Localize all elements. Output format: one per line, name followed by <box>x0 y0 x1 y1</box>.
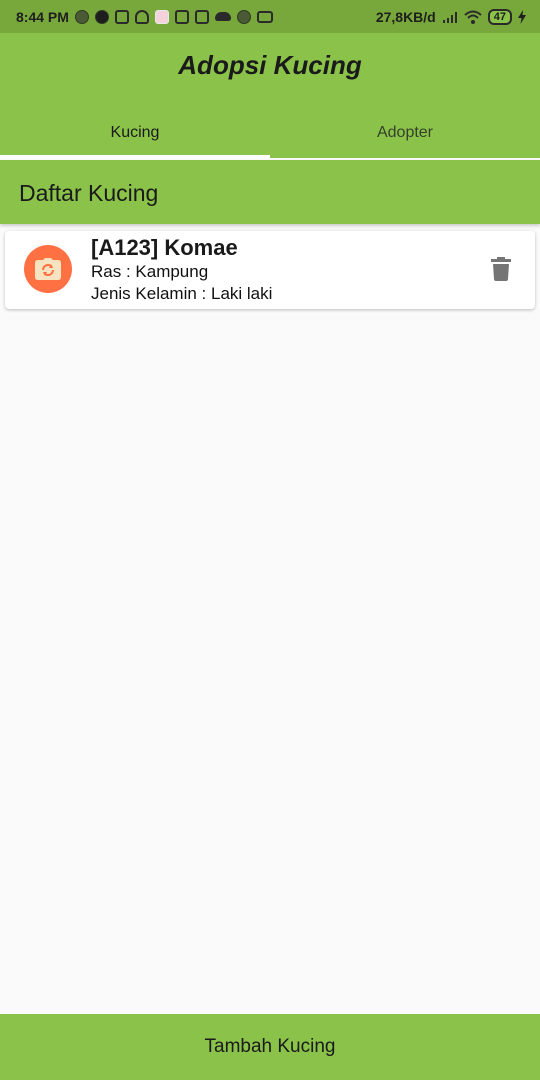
cat-list-item[interactable]: [A123] Komae Ras : Kampung Jenis Kelamin… <box>5 231 535 309</box>
tab-adopter[interactable]: Adopter <box>270 108 540 158</box>
charging-icon <box>518 9 526 24</box>
trash-icon <box>491 257 511 281</box>
chat-icon <box>256 10 273 23</box>
cat-title: [A123] Komae <box>91 235 238 260</box>
tab-bar: Kucing Adopter <box>0 108 540 158</box>
section-title: Daftar Kucing <box>19 180 159 206</box>
status-left: 8:44 PM <box>16 9 273 25</box>
status-time: 8:44 PM <box>16 8 69 25</box>
clipboard-icon <box>114 9 129 24</box>
app-bar: Adopsi Kucing Kucing Adopter <box>0 33 540 158</box>
tab-adopter-label: Adopter <box>376 124 434 141</box>
tab-kucing[interactable]: Kucing <box>0 108 270 158</box>
section-header: Daftar Kucing <box>0 160 540 224</box>
whatsapp-icon <box>94 9 109 24</box>
add-cat-button-label: Tambah Kucing <box>204 1036 336 1057</box>
rabbit-icon <box>134 9 149 24</box>
status-bar: 8:44 PM 27,8KB/d 47 <box>0 0 540 33</box>
battery-level: 47 <box>493 10 506 23</box>
camera-switch-icon <box>35 258 61 280</box>
network-speed: 27,8KB/d <box>375 8 436 25</box>
tab-kucing-label: Kucing <box>110 124 160 141</box>
add-cat-button[interactable]: Tambah Kucing <box>0 1014 540 1080</box>
cat-gender: Jenis Kelamin : Laki laki <box>91 284 273 303</box>
notification-dot-icon <box>236 9 251 24</box>
status-right: 27,8KB/d 47 <box>375 8 526 25</box>
pink-app-icon <box>154 9 169 24</box>
notification-dot-icon <box>74 9 89 24</box>
instagram-icon <box>194 9 209 24</box>
instagram-icon <box>174 9 189 24</box>
app-title: Adopsi Kucing <box>178 50 362 80</box>
delete-button[interactable] <box>491 257 513 283</box>
wifi-icon <box>464 10 482 24</box>
cat-avatar <box>24 245 72 293</box>
cloud-icon <box>214 12 231 21</box>
cat-breed: Ras : Kampung <box>91 262 209 281</box>
signal-icon <box>442 11 457 23</box>
battery-icon: 47 <box>487 8 512 25</box>
